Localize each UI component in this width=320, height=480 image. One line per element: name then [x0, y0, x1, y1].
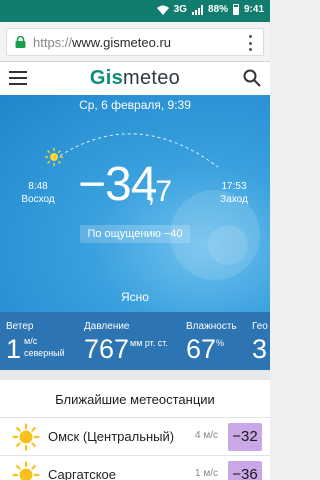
wind-unit: м/с	[24, 336, 38, 346]
url-protocol: https://	[33, 35, 73, 50]
humidity-label: Влажность	[186, 321, 237, 332]
sunset-time: 17:53	[221, 181, 247, 192]
site-header: Gismeteo	[0, 62, 270, 95]
weather-stats: Ветер 1 м/с северный Давление 767 мм рт.…	[0, 312, 270, 370]
logo-part-meteo: meteo	[123, 67, 181, 89]
humidity-unit: %	[216, 338, 225, 348]
browser-menu-icon[interactable]	[249, 35, 253, 51]
status-bar: 3G 88% 9:41	[0, 0, 270, 22]
humidity-value: 67	[186, 334, 217, 364]
wind-label: Ветер	[6, 321, 34, 332]
feels-like-badge: По ощущению −40	[80, 225, 190, 243]
section-divider	[0, 370, 270, 380]
screen: 3G 88% 9:41 https://www.gismeteo.ru Gism…	[0, 0, 270, 480]
station-temperature: −32	[228, 423, 262, 451]
wind-direction: северный	[24, 348, 65, 358]
sunny-icon	[12, 423, 40, 451]
url-text[interactable]: https://www.gismeteo.ru	[33, 35, 171, 50]
wind-value: 1	[6, 334, 22, 364]
battery-percent: 88%	[207, 4, 228, 15]
sunset: 17:53 Заход	[212, 180, 256, 206]
lock-icon	[15, 36, 26, 48]
weather-condition: Ясно	[121, 290, 149, 304]
current-weather-panel: Ср, 6 февраля, 9:39 8:48 Восход 17:53 За…	[0, 95, 270, 312]
nearby-stations-title: Ближайшие метеостанции	[55, 392, 215, 407]
sunset-label: Заход	[220, 194, 248, 205]
logo-part-gis: Gis	[89, 67, 124, 89]
station-temperature: −36	[228, 461, 262, 480]
wifi-icon	[156, 5, 169, 15]
sunrise-time: 8:48	[28, 181, 48, 192]
gismeteo-logo[interactable]: Gismeteo	[0, 67, 270, 90]
pressure-label: Давление	[84, 321, 130, 332]
sunrise-label: Восход	[21, 194, 55, 205]
station-name: Саргатское	[48, 467, 116, 480]
temperature-decimal: ,7	[147, 175, 173, 208]
battery-icon	[232, 4, 239, 15]
geomagnetic-label: Гео	[252, 321, 268, 332]
browser-toolbar: https://www.gismeteo.ru	[0, 22, 270, 62]
pressure-unit: мм рт. ст.	[130, 338, 168, 348]
url-host: www.gismeteo.ru	[72, 35, 172, 50]
pressure-value: 767	[84, 334, 130, 364]
url-bar[interactable]: https://www.gismeteo.ru	[6, 28, 264, 56]
geomagnetic-value: 3	[252, 334, 268, 364]
nearby-stations: Ближайшие метеостанции Омск (Центральный…	[0, 380, 270, 480]
station-wind: 4 м/с	[195, 430, 218, 441]
sunny-icon	[12, 461, 40, 480]
signal-icon	[191, 4, 203, 15]
temperature-value: −34	[78, 158, 157, 211]
clock: 9:41	[243, 4, 264, 15]
station-wind: 1 м/с	[195, 468, 218, 479]
station-name: Омск (Центральный)	[48, 429, 175, 444]
network-type: 3G	[173, 4, 187, 15]
station-row[interactable]: Омск (Центральный) 4 м/с −32	[0, 417, 270, 455]
sunrise: 8:48 Восход	[18, 180, 58, 206]
search-icon[interactable]	[243, 69, 261, 87]
station-row[interactable]: Саргатское 1 м/с −36	[0, 455, 270, 480]
sun-position-icon	[45, 148, 63, 166]
